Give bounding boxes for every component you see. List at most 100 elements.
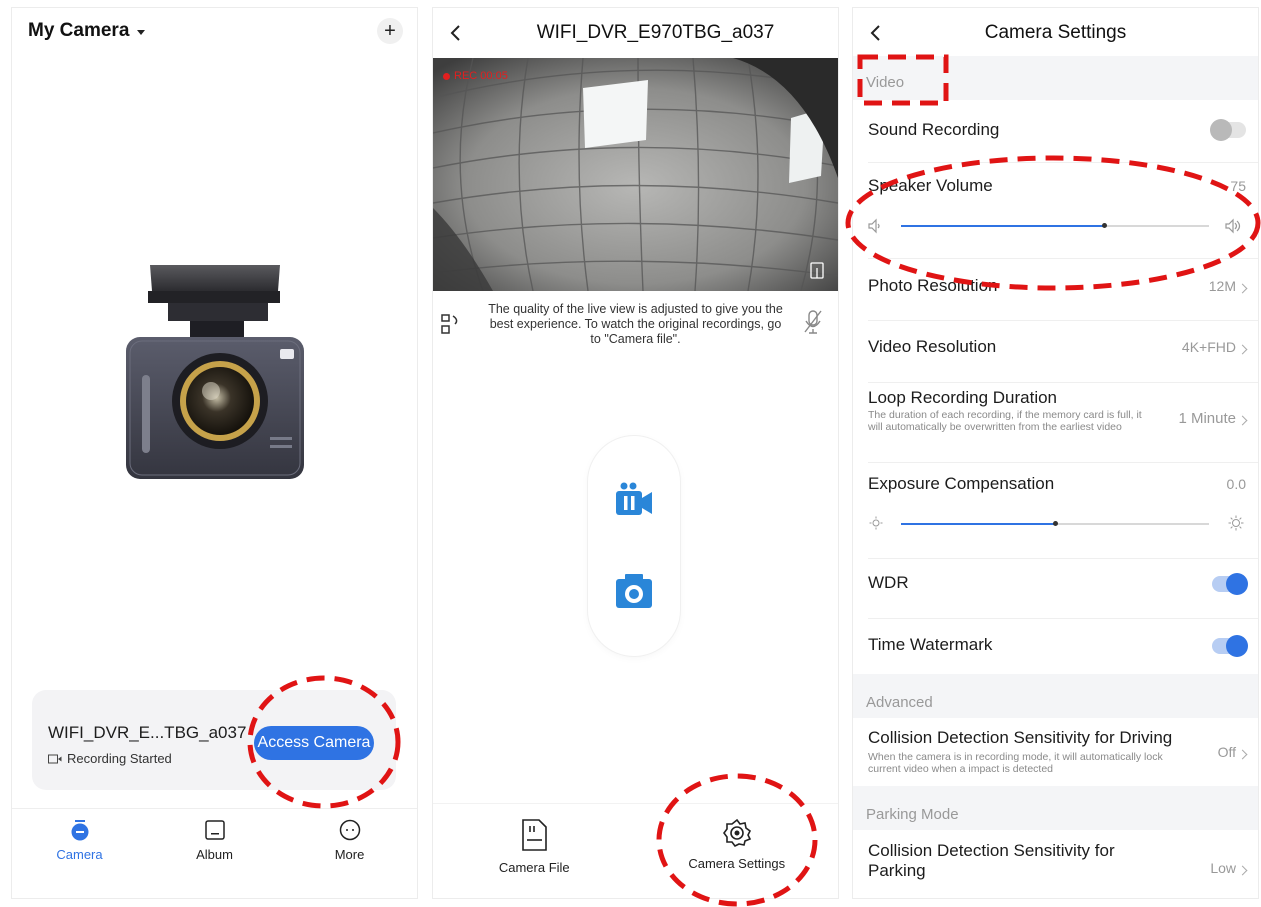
speaker-volume-label: Speaker Volume	[868, 176, 993, 195]
slider-fill	[901, 523, 1055, 525]
settings-header: Camera Settings	[853, 8, 1258, 56]
exposure-value: 0.0	[1226, 476, 1246, 492]
photo-resolution-value[interactable]: 12M	[1209, 278, 1236, 294]
device-status: Recording Started	[48, 751, 172, 766]
divider	[868, 162, 1258, 163]
video-record-icon	[48, 754, 62, 763]
tab-album[interactable]: Album	[165, 809, 265, 898]
sound-recording-toggle[interactable]	[1210, 119, 1246, 141]
tab-label: More	[334, 847, 365, 862]
bottom-tab-bar: Camera Album More	[12, 808, 417, 898]
gear-icon	[722, 818, 751, 848]
collision-parking-row[interactable]: Collision Detection Sensitivity for Park…	[853, 830, 1258, 898]
back-arrow-icon[interactable]	[445, 22, 467, 44]
live-video-feed[interactable]: REC 00:05	[433, 58, 838, 291]
collision-parking-label-line2: Parking	[868, 861, 926, 880]
toggle-knob	[1226, 573, 1248, 595]
speaker-volume-slider[interactable]	[901, 223, 1209, 228]
slider-fill	[901, 225, 1105, 227]
live-view-screen: WIFI_DVR_E970TBG_a037 REC 00:05 The qual…	[433, 8, 838, 898]
album-icon	[204, 820, 225, 840]
camera-file-button[interactable]: Camera File	[433, 804, 636, 898]
exposure-label: Exposure Compensation	[868, 474, 1055, 493]
camera-settings-button[interactable]: Camera Settings	[636, 804, 839, 898]
section-parking: Parking Mode	[866, 806, 959, 823]
rec-text: REC 00:05	[454, 70, 508, 82]
device-title: WIFI_DVR_E970TBG_a037	[536, 22, 775, 43]
sd-card-icon	[522, 819, 548, 851]
collision-driving-row[interactable]: Collision Detection Sensitivity for Driv…	[853, 718, 1258, 786]
tab-label: Camera	[56, 847, 103, 862]
rec-dot-icon	[443, 72, 450, 80]
take-photo-icon[interactable]	[615, 573, 653, 609]
page-title: Camera Settings	[984, 22, 1127, 43]
speaker-volume-value: 75	[1230, 178, 1246, 194]
divider	[868, 320, 1258, 321]
collision-driving-description: When the camera is in recording mode, it…	[868, 751, 1163, 775]
plus-icon: +	[384, 20, 396, 42]
photo-resolution-label: Photo Resolution	[868, 276, 998, 295]
device-name: WIFI_DVR_E...TBG_a037	[48, 723, 247, 742]
live-bottom-bar: Camera File Camera Settings	[433, 803, 838, 898]
loop-recording-label: Loop Recording Duration	[868, 388, 1058, 407]
volume-low-icon	[868, 218, 880, 234]
dashcam-illustration	[126, 265, 304, 479]
chevron-right-icon	[1237, 865, 1248, 876]
divider	[868, 462, 1258, 463]
camera-settings-screen: Camera Settings Video Sound Recording Sp…	[853, 8, 1258, 898]
sound-recording-label: Sound Recording	[868, 120, 1000, 139]
video-resolution-label: Video Resolution	[868, 337, 997, 356]
live-header: WIFI_DVR_E970TBG_a037	[433, 8, 838, 58]
chevron-right-icon	[1237, 344, 1248, 355]
device-card[interactable]: WIFI_DVR_E...TBG_a037 Recording Started …	[32, 690, 396, 790]
wdr-label: WDR	[868, 573, 909, 592]
chevron-right-icon	[1237, 749, 1248, 760]
button-label: Camera Settings	[688, 856, 786, 871]
button-label: Camera File	[498, 860, 570, 875]
volume-high-icon	[1225, 218, 1241, 234]
slider-thumb[interactable]	[1102, 223, 1108, 228]
divider	[868, 382, 1258, 383]
status-text: Recording Started	[67, 751, 172, 766]
toggle-knob	[1226, 635, 1248, 657]
divider	[868, 258, 1258, 259]
screenshot-stage: My Camera + WIFI_DVR_E...TBG_a037 Record…	[0, 0, 1261, 907]
live-quality-note: The quality of the live view is adjusted…	[488, 302, 783, 346]
chevron-right-icon	[1237, 415, 1248, 426]
mic-muted-icon[interactable]	[802, 308, 824, 336]
loop-recording-value[interactable]: 1 Minute	[1178, 410, 1236, 427]
collision-driving-value: Off	[1217, 744, 1236, 760]
chevron-right-icon	[1237, 283, 1248, 294]
camera-selector[interactable]: My Camera	[28, 20, 146, 42]
add-camera-button[interactable]: +	[377, 18, 403, 44]
collision-parking-value: Low	[1210, 860, 1236, 876]
capture-controls	[588, 436, 680, 656]
brightness-low-icon	[869, 516, 883, 530]
camera-tab-icon	[71, 820, 88, 841]
video-resolution-value[interactable]: 4K+FHD	[1182, 339, 1236, 355]
video-settings-group: Sound Recording Speaker Volume 75 Photo …	[853, 100, 1258, 674]
section-video: Video	[866, 74, 905, 91]
fisheye-ceiling-image	[433, 58, 838, 291]
rotate-view-icon[interactable]	[439, 312, 461, 336]
time-watermark-label: Time Watermark	[868, 635, 993, 654]
toggle-knob	[1210, 119, 1232, 141]
caret-down-icon	[137, 29, 146, 35]
divider	[868, 558, 1258, 559]
loop-recording-description: The duration of each recording, if the m…	[868, 409, 1142, 433]
pause-recording-icon[interactable]	[614, 481, 656, 519]
tab-label: Album	[196, 847, 233, 862]
time-watermark-toggle[interactable]	[1212, 635, 1248, 657]
more-icon	[339, 819, 360, 841]
exposure-slider[interactable]	[901, 521, 1209, 526]
access-camera-button[interactable]: Access Camera	[254, 726, 374, 760]
home-screen: My Camera + WIFI_DVR_E...TBG_a037 Record…	[12, 8, 417, 898]
tab-camera[interactable]: Camera	[30, 809, 130, 898]
slider-thumb[interactable]	[1053, 521, 1058, 526]
section-advanced: Advanced	[866, 694, 933, 711]
tab-more[interactable]: More	[300, 809, 400, 898]
divider	[868, 618, 1258, 619]
wdr-toggle[interactable]	[1212, 573, 1248, 595]
collision-parking-label-line1: Collision Detection Sensitivity for	[868, 841, 1115, 860]
recording-indicator: REC 00:05	[443, 70, 508, 82]
